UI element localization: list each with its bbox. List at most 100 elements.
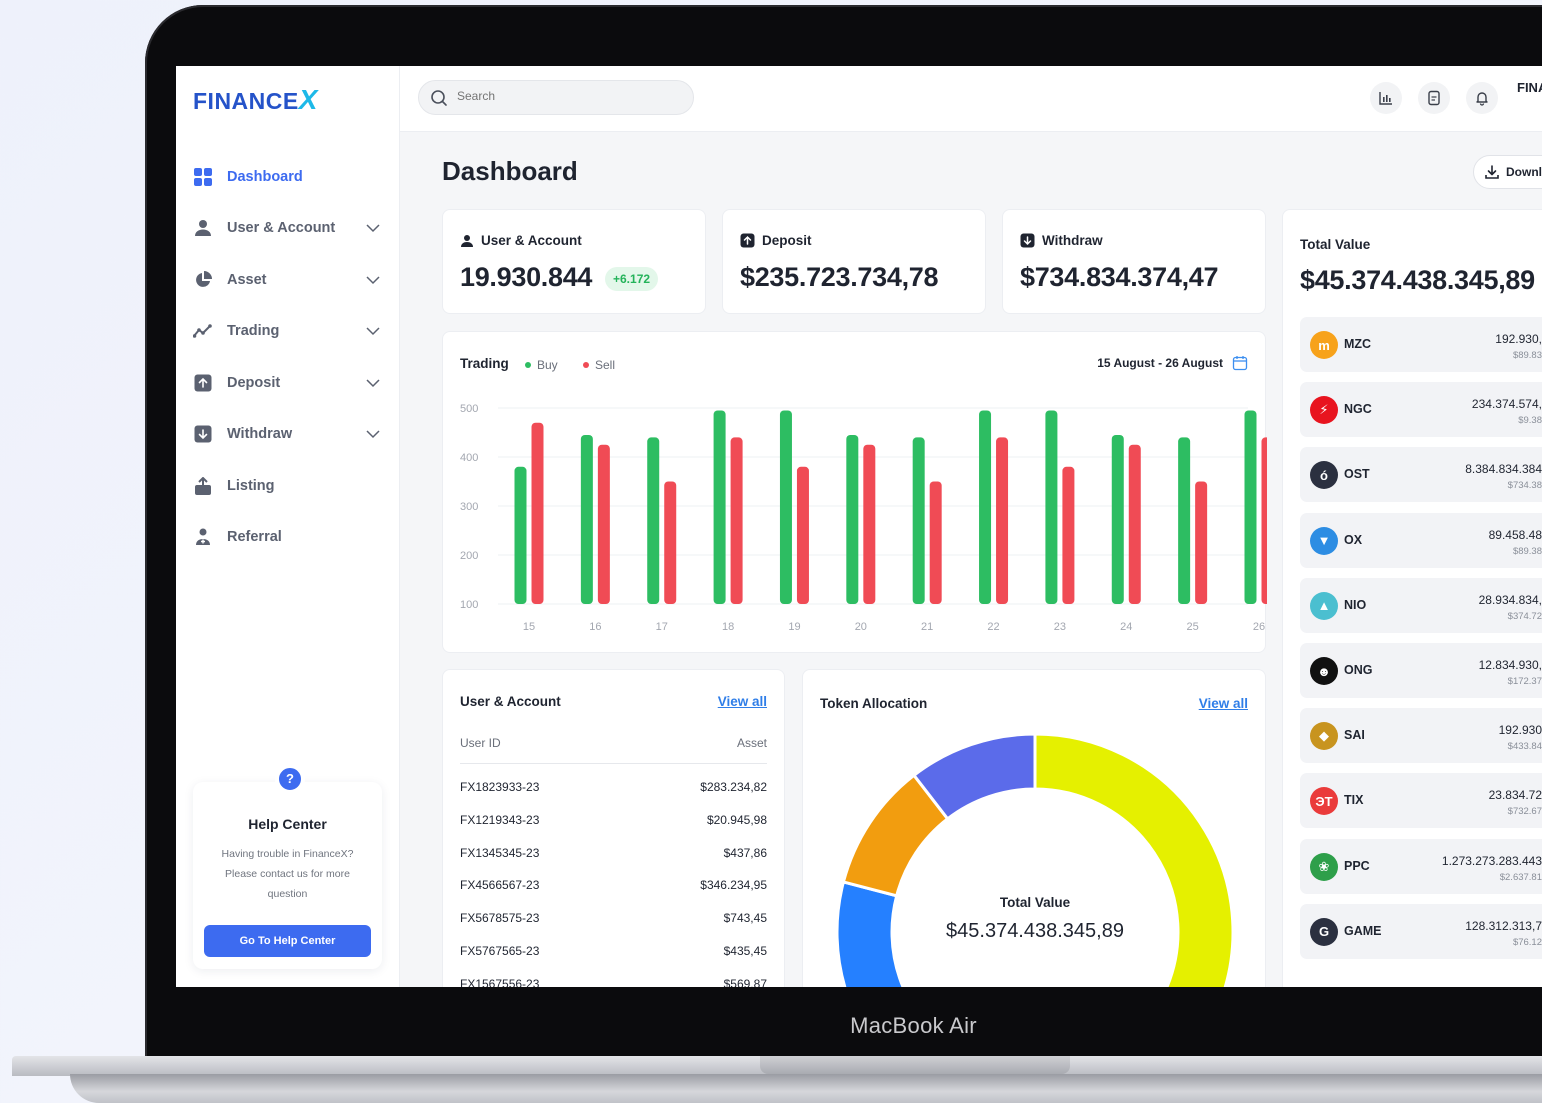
table-row[interactable]: FX1345345-23 $437,86	[460, 836, 767, 869]
bar-sell[interactable]	[664, 481, 677, 605]
coin-symbol: SAI	[1344, 728, 1365, 743]
bar-sell[interactable]	[730, 437, 743, 604]
sidebar-item-referral[interactable]: Referral	[193, 512, 383, 564]
user-name[interactable]: FINA	[1517, 80, 1542, 95]
bar-sell[interactable]	[796, 466, 809, 604]
coin-row-mzc[interactable]: m MZC 192.930, $89.83	[1300, 317, 1542, 372]
table-row[interactable]: FX1219343-23 $20.945,98	[460, 804, 767, 837]
bar-buy[interactable]	[1244, 410, 1257, 604]
sidebar-item-trading[interactable]: Trading	[193, 306, 383, 358]
chevron-down-icon[interactable]	[363, 270, 383, 290]
x-tick-label: 18	[722, 621, 734, 633]
notification-icon-button[interactable]	[1466, 82, 1498, 114]
coin-usd-value: $374.72	[1507, 610, 1542, 622]
coin-amount: 234.374.574,	[1471, 397, 1542, 412]
document-icon-button[interactable]	[1418, 82, 1450, 114]
upload-icon	[193, 476, 213, 496]
go-to-help-center-button[interactable]: Go To Help Center	[204, 925, 371, 957]
stat-label-text: Deposit	[762, 233, 812, 248]
bar-buy[interactable]	[1178, 437, 1191, 604]
bar-sell[interactable]	[1062, 466, 1075, 604]
bar-buy[interactable]	[846, 434, 859, 604]
bar-buy[interactable]	[1045, 410, 1058, 604]
table-row[interactable]: FX1567556-23 $569,87	[460, 967, 767, 987]
bar-sell[interactable]	[597, 444, 610, 604]
user-table-view-all-link[interactable]: View all	[718, 694, 767, 709]
search-input[interactable]	[457, 89, 677, 103]
device-label: MacBook Air	[850, 1013, 977, 1038]
logo[interactable]: FINANCEX	[193, 84, 318, 116]
coin-row-ngc[interactable]: ⚡ NGC 234.374.574, $9.38	[1300, 382, 1542, 438]
grid-icon	[193, 167, 213, 187]
coin-usd-value: $734.38	[1507, 480, 1542, 492]
bar-buy[interactable]	[779, 410, 792, 604]
stat-badge-growth: +6.172	[605, 267, 659, 291]
bar-sell[interactable]	[1261, 437, 1268, 604]
bar-sell[interactable]	[929, 481, 942, 605]
nio-coin-icon: ▲	[1310, 591, 1338, 620]
coin-amount: 8.384.834.384	[1465, 462, 1542, 477]
arrow-down-box-icon	[193, 424, 213, 444]
table-row[interactable]: FX5678575-23 $743,45	[460, 902, 767, 935]
cell-asset: $569,87	[723, 976, 767, 987]
coin-row-tix[interactable]: ЭT TIX 23.834.72 $732.67	[1300, 773, 1542, 829]
coin-row-game[interactable]: G GAME 128.312.313,7 $76.12	[1300, 903, 1542, 959]
download-label: Downl	[1506, 165, 1542, 179]
coin-row-sai[interactable]: ◆ SAI 192.930 $433.84	[1300, 708, 1542, 764]
token-allocation-card: Token Allocation View all Total Value $4…	[802, 669, 1266, 987]
chevron-down-icon[interactable]	[363, 218, 383, 238]
sidebar-item-asset[interactable]: Asset	[193, 254, 383, 306]
donut-segment[interactable]	[1033, 732, 1235, 987]
bar-sell[interactable]	[1128, 444, 1141, 604]
x-tick-label: 17	[656, 621, 668, 633]
bar-buy[interactable]	[713, 410, 726, 604]
sidebar-item-deposit[interactable]: Deposit	[193, 357, 383, 409]
bar-buy[interactable]	[580, 434, 593, 604]
coin-amount: 89.458.48	[1488, 527, 1542, 542]
sidebar-item-withdraw[interactable]: Withdraw	[193, 409, 383, 461]
coin-row-ox[interactable]: ▼ OX 89.458.48 $89.38	[1300, 512, 1542, 568]
table-row[interactable]: FX5767565-23 $435,45	[460, 935, 767, 968]
bar-sell[interactable]	[863, 444, 876, 604]
sidebar-item-user-account[interactable]: User & Account	[193, 203, 383, 255]
sidebar-item-dashboard[interactable]: Dashboard	[193, 151, 383, 203]
search-box[interactable]	[418, 80, 694, 115]
coin-row-ppc[interactable]: ❀ PPC 1.273.273.283.443 $2.637.81	[1300, 838, 1542, 894]
coin-row-ost[interactable]: ó OST 8.384.834.384 $734.38	[1300, 447, 1542, 503]
logo-text: FINANCE	[193, 88, 299, 114]
bar-sell[interactable]	[1195, 481, 1208, 605]
sidebar-item-listing[interactable]: Listing	[193, 460, 383, 512]
bar-sell[interactable]	[531, 422, 544, 604]
table-row[interactable]: FX1823933-23 $283.234,82	[460, 771, 767, 804]
help-badge-icon: ?	[275, 764, 305, 794]
chevron-down-icon[interactable]	[363, 321, 383, 341]
col-header-user-id[interactable]: User ID	[460, 736, 501, 750]
cell-user-id: FX1219343-23	[460, 813, 540, 828]
chevron-down-icon[interactable]	[363, 424, 383, 444]
bar-buy[interactable]	[979, 410, 992, 604]
sidebar-item-label: User & Account	[227, 220, 336, 237]
laptop-notch	[760, 1056, 1070, 1074]
coin-row-nio[interactable]: ▲ NIO 28.934.834, $374.72	[1300, 577, 1542, 633]
download-button[interactable]: Downl	[1473, 155, 1542, 189]
sidebar-item-label: Listing	[227, 477, 275, 494]
col-header-asset[interactable]: Asset	[737, 736, 767, 750]
coin-symbol: PPC	[1344, 858, 1370, 873]
coin-row-ong[interactable]: ☻ ONG 12.834.930, $172.37	[1300, 643, 1542, 698]
coin-amount: 12.834.930,	[1478, 658, 1542, 672]
bar-buy[interactable]	[912, 437, 925, 604]
help-center-card: ? Help Center Having trouble in FinanceX…	[193, 764, 382, 969]
bar-sell[interactable]	[996, 437, 1009, 604]
coin-usd-value: $172.37	[1507, 676, 1542, 687]
bar-buy[interactable]	[514, 466, 527, 604]
bar-buy[interactable]	[647, 437, 660, 604]
x-tick-label: 20	[855, 621, 867, 633]
bar-buy[interactable]	[1111, 434, 1124, 604]
ppc-coin-icon: ❀	[1310, 852, 1338, 881]
cell-user-id: FX1823933-23	[460, 780, 540, 795]
user-table-title: User & Account	[460, 694, 561, 709]
chart-icon-button[interactable]	[1370, 82, 1402, 114]
coin-usd-value: $732.67	[1507, 806, 1542, 818]
table-row[interactable]: FX4566567-23 $346.234,95	[460, 869, 767, 902]
chevron-down-icon[interactable]	[363, 373, 383, 393]
